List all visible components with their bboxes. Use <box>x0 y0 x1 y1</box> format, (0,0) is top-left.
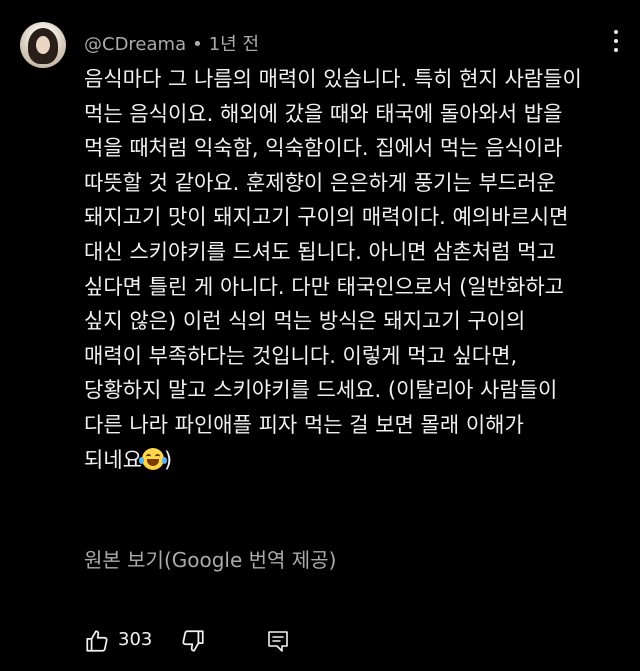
comment-header: @CDreama • 1년 전 <box>84 30 259 56</box>
comment-line: 먹는 음식이요. 해외에 갔을 때와 태국에 돌아와서 밥을 <box>84 101 563 126</box>
like-button[interactable] <box>84 624 110 658</box>
dislike-button[interactable] <box>180 624 206 658</box>
laughing-tears-emoji-icon <box>138 447 167 470</box>
comment-thread: @CDreama • 1년 전 음식마다 그 나름의 매력이 있습니다. 특히 현지… <box>0 0 640 671</box>
reply-comment-icon <box>268 631 288 652</box>
comment-line: 대신 스키야키를 드셔도 됩니다. 아니면 삼촌처럼 먹고 <box>84 239 556 264</box>
author-name[interactable]: @CDreama <box>84 34 186 55</box>
more-vertical-icon[interactable] <box>606 30 626 58</box>
comment-line: 음식마다 그 나름의 매력이 있습니다. 특히 현지 사람들이 <box>84 67 582 91</box>
thumbs-down-icon <box>182 630 204 652</box>
thumbs-up-icon <box>86 630 108 652</box>
header-separator: • <box>192 34 203 55</box>
comment-time[interactable]: 1년 전 <box>209 34 259 55</box>
view-original-link[interactable]: 원본 보기(Google 번역 제공) <box>84 544 336 573</box>
comment-line: 돼지고기 맛이 돼지고기 구이의 매력이다. 예의바르시면 <box>84 205 569 230</box>
comment-line: 먹을 때처럼 익숙함, 익숙함이다. 집에서 먹는 음식이라 <box>84 136 563 161</box>
comment-last-line-text: 되네요 <box>84 447 142 472</box>
avatar[interactable] <box>20 22 66 68</box>
comment-line: 매력이 부족하다는 것입니다. 이렇게 먹고 싶다면, <box>84 343 518 368</box>
reply-button[interactable] <box>266 624 290 658</box>
comment-line: 다른 나라 파인애플 피자 먹는 걸 보면 몰래 이해가 <box>84 412 524 437</box>
comment-actions: 303 <box>84 624 314 658</box>
comment-line: 당황하지 말고 스키야키를 드세요. (이탈리아 사람들이 <box>84 378 558 403</box>
avatar-face <box>36 36 50 54</box>
like-count: 303 <box>118 629 153 650</box>
comment-line: 싶다면 틀린 게 아니다. 다만 태국인으로서 (일반화하고 <box>84 274 564 299</box>
comment-body: 음식마다 그 나름의 매력이 있습니다. 특히 현지 사람들이 먹는 음식이요.… <box>84 62 614 477</box>
comment-last-line: 되네요) <box>84 443 614 478</box>
comment-line: 싶지 않은) 이런 식의 먹는 방식은 돼지고기 구이의 <box>84 309 526 334</box>
comment-line: 따뜻할 것 같아요. 훈제향이 은은하게 풍기는 부드러운 <box>84 170 556 195</box>
